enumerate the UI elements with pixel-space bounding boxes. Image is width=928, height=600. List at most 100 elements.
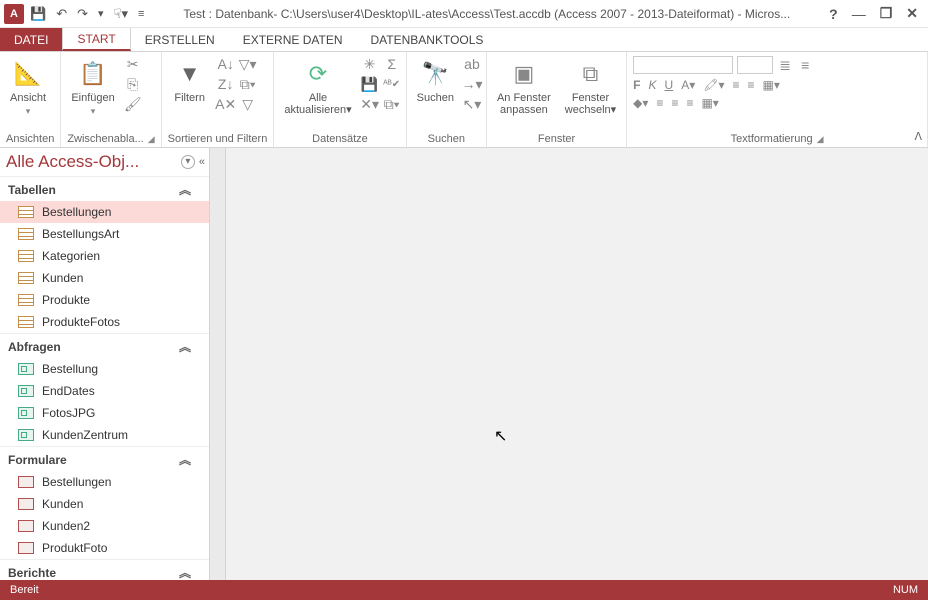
app-icon: A: [4, 4, 24, 24]
tab-start[interactable]: START: [62, 28, 130, 51]
status-ready: Bereit: [10, 584, 39, 596]
paste-button[interactable]: 📋 Einfügen ▾: [67, 56, 118, 119]
find-button[interactable]: 🔭 Suchen: [413, 56, 458, 106]
tab-file[interactable]: DATEI: [0, 28, 62, 51]
group-datensaetze: ⟳ Alleaktualisieren▾ ✳ 💾 ✕▾ Σ ᴬᴮ✔ ⧉▾ Dat…: [274, 52, 406, 147]
form-item-kunden2[interactable]: Kunden2: [0, 515, 209, 537]
table-icon: [18, 294, 34, 306]
gridlines-icon[interactable]: ▦▾: [763, 78, 780, 92]
query-item-kundenzentrum[interactable]: KundenZentrum: [0, 424, 209, 446]
table-item-produkte[interactable]: Produkte: [0, 289, 209, 311]
bullets-icon[interactable]: ≣: [777, 57, 793, 73]
highlight-icon[interactable]: 🖍▾: [703, 78, 724, 92]
window-controls: ? — ❐ ✕: [829, 5, 924, 22]
font-size-combo[interactable]: [737, 56, 773, 74]
nav-category-berichte[interactable]: Berichte︽: [0, 559, 209, 580]
table-item-bestellungsart[interactable]: BestellungsArt: [0, 223, 209, 245]
alt-row-color-icon[interactable]: ▦▾: [701, 96, 718, 110]
copy-icon[interactable]: ⎘: [125, 76, 141, 92]
form-item-bestellungen[interactable]: Bestellungen: [0, 471, 209, 493]
underline-icon[interactable]: U: [665, 78, 674, 92]
filter-button[interactable]: ▼ Filtern: [168, 56, 212, 106]
list-item-label: KundenZentrum: [42, 428, 128, 442]
totals-icon[interactable]: Σ: [384, 56, 400, 72]
format-painter-icon[interactable]: 🖌: [125, 96, 141, 112]
nav-category-tabellen[interactable]: Tabellen︽: [0, 176, 209, 201]
refresh-all-button[interactable]: ⟳ Alleaktualisieren▾: [280, 56, 355, 118]
nav-category-abfragen[interactable]: Abfragen︽: [0, 333, 209, 358]
tab-erstellen[interactable]: ERSTELLEN: [131, 28, 229, 51]
replace-icon[interactable]: ab: [464, 56, 480, 72]
minimize-icon[interactable]: —: [852, 6, 866, 22]
nav-scroll[interactable]: Tabellen︽ Bestellungen BestellungsArt Ka…: [0, 176, 209, 580]
list-item-label: Bestellungen: [42, 475, 111, 489]
advanced-filter-icon[interactable]: ⧉▾: [240, 76, 256, 92]
vertical-scrollbar[interactable]: [210, 148, 226, 580]
table-item-kategorien[interactable]: Kategorien: [0, 245, 209, 267]
italic-icon[interactable]: K: [649, 78, 657, 92]
sort-asc-icon[interactable]: A↓: [218, 56, 234, 72]
title-bar: A 💾 ↶ ↷ ▾ ☟▾ ≡ Test : Datenbank- C:\User…: [0, 0, 928, 28]
binoculars-icon: 🔭: [419, 58, 451, 90]
ribbon-tabs: DATEI START ERSTELLEN EXTERNE DATEN DATE…: [0, 28, 928, 52]
selection-filter-icon[interactable]: ▽▾: [240, 56, 256, 72]
nav-dropdown-icon[interactable]: ▾: [181, 155, 195, 169]
dialog-launcher-icon[interactable]: ◢: [148, 134, 155, 144]
list-item-label: FotosJPG: [42, 406, 95, 420]
help-icon[interactable]: ?: [829, 6, 838, 22]
font-name-combo[interactable]: [633, 56, 733, 74]
group-label-suchen: Suchen: [413, 131, 480, 147]
indent-right-icon[interactable]: ≡: [748, 78, 755, 92]
delete-record-icon[interactable]: ✕▾: [362, 96, 378, 112]
save-icon[interactable]: 💾: [30, 6, 46, 22]
indent-left-icon[interactable]: ≡: [732, 78, 739, 92]
dialog-launcher-icon[interactable]: ◢: [817, 134, 824, 144]
list-item-label: Kunden2: [42, 519, 90, 533]
table-item-produktefotos[interactable]: ProdukteFotos: [0, 311, 209, 333]
query-item-fotosjpg[interactable]: FotosJPG: [0, 402, 209, 424]
tab-datenbanktools[interactable]: DATENBANKTOOLS: [357, 28, 498, 51]
numbering-icon[interactable]: ≡: [797, 57, 813, 73]
fill-color-icon[interactable]: ◆▾: [633, 96, 648, 110]
align-center-icon[interactable]: ≡: [671, 96, 678, 110]
redo-icon[interactable]: ↷: [77, 6, 88, 22]
more-records-icon[interactable]: ⧉▾: [384, 96, 400, 112]
new-record-icon[interactable]: ✳: [362, 56, 378, 72]
switch-window-button[interactable]: ⧉ Fensterwechseln▾: [561, 56, 620, 118]
ribbon-collapse-icon[interactable]: ᐱ: [914, 130, 922, 143]
align-right-icon[interactable]: ≡: [686, 96, 693, 110]
bold-icon[interactable]: F: [633, 78, 640, 92]
fit-window-button[interactable]: ▣ An Fensteranpassen: [493, 56, 555, 118]
restore-icon[interactable]: ❐: [880, 5, 893, 22]
nav-header[interactable]: Alle Access-Obj... ▾ «: [0, 148, 209, 176]
form-item-kunden[interactable]: Kunden: [0, 493, 209, 515]
cut-icon[interactable]: ✂: [125, 56, 141, 72]
select-icon[interactable]: ↖▾: [464, 96, 480, 112]
document-area: ↖: [210, 148, 928, 580]
nav-collapse-icon[interactable]: «: [199, 156, 203, 168]
close-icon[interactable]: ✕: [906, 5, 918, 22]
query-item-enddates[interactable]: EndDates: [0, 380, 209, 402]
sort-desc-icon[interactable]: Z↓: [218, 76, 234, 92]
goto-icon[interactable]: →▾: [464, 76, 480, 92]
table-item-bestellungen[interactable]: Bestellungen: [0, 201, 209, 223]
spelling-icon[interactable]: ᴬᴮ✔: [384, 76, 400, 92]
tab-externe-daten[interactable]: EXTERNE DATEN: [229, 28, 357, 51]
save-record-icon[interactable]: 💾: [362, 76, 378, 92]
filter-icon: ▼: [174, 58, 206, 90]
chevron-up-icon: ︽: [179, 181, 191, 198]
qat-more-icon[interactable]: ▾: [98, 7, 104, 20]
form-item-produktfoto[interactable]: ProduktFoto: [0, 537, 209, 559]
toggle-filter-icon[interactable]: ▽: [240, 96, 256, 112]
quick-access-toolbar: 💾 ↶ ↷ ▾ ☟▾ ≡: [30, 6, 144, 22]
table-item-kunden[interactable]: Kunden: [0, 267, 209, 289]
nav-category-formulare[interactable]: Formulare︽: [0, 446, 209, 471]
align-left-icon[interactable]: ≡: [656, 96, 663, 110]
font-color-icon[interactable]: A▾: [681, 78, 695, 92]
query-item-bestellung[interactable]: Bestellung: [0, 358, 209, 380]
undo-icon[interactable]: ↶: [56, 6, 67, 22]
view-button[interactable]: 📐 Ansicht ▾: [6, 56, 50, 119]
query-icon: [18, 363, 34, 375]
clear-sort-icon[interactable]: A✕: [218, 96, 234, 112]
touch-mode-icon[interactable]: ☟▾: [114, 6, 128, 22]
